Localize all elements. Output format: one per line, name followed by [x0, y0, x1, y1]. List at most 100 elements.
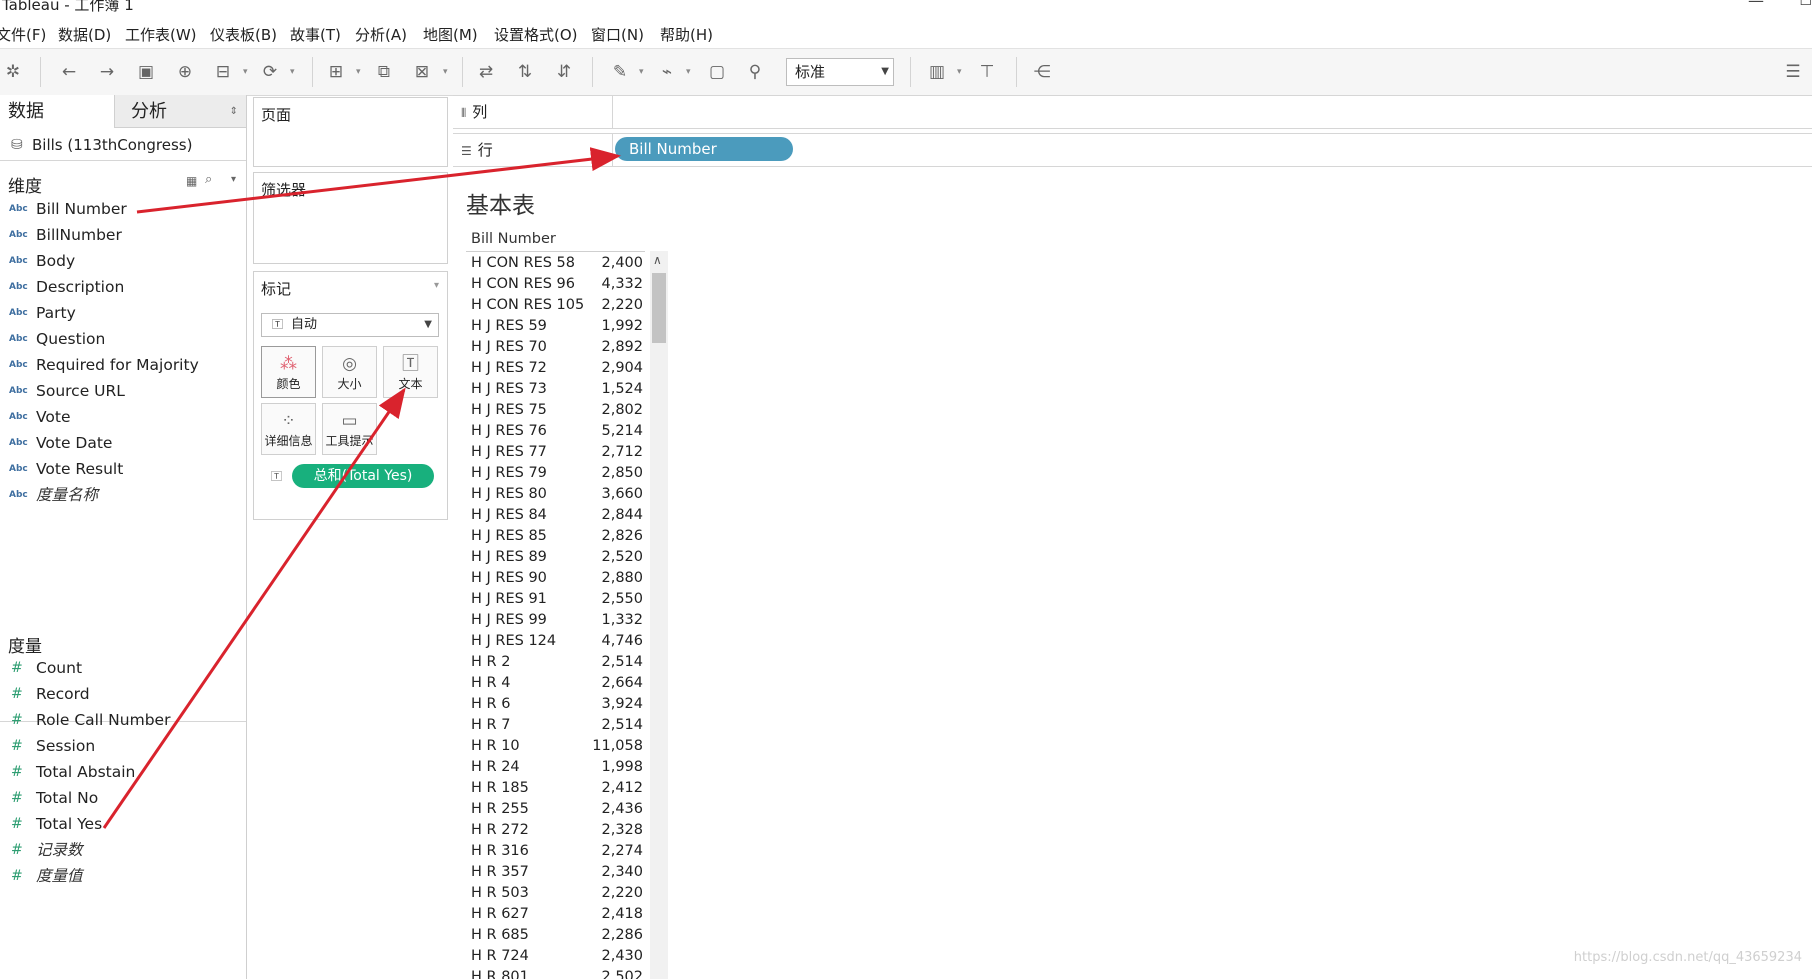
table-row[interactable]: H R 503 2,220	[466, 883, 645, 904]
clear-dropdown-icon[interactable]: ▾	[443, 61, 451, 83]
show-cards-dropdown-icon[interactable]: ▾	[957, 61, 965, 83]
table-row[interactable]: H J RES 99 1,332	[466, 610, 645, 631]
table-row[interactable]: H J RES 79 2,850	[466, 463, 645, 484]
table-row[interactable]: H CON RES 96 4,332	[466, 274, 645, 295]
highlight-dropdown-icon[interactable]: ▾	[639, 61, 647, 83]
mark-type-select[interactable]: 🅃 自动 ▼	[261, 313, 439, 337]
table-row[interactable]: H R 627 2,418	[466, 904, 645, 925]
search-icon[interactable]: ⌕	[205, 172, 212, 187]
table-row[interactable]: H J RES 84 2,844	[466, 505, 645, 526]
table-row[interactable]: H J RES 76 5,214	[466, 421, 645, 442]
table-row[interactable]: H J RES 89 2,520	[466, 547, 645, 568]
presentation-mode-icon[interactable]: ⊤	[976, 61, 998, 83]
highlight-icon[interactable]: ✎	[609, 61, 631, 83]
group-dropdown-icon[interactable]: ▾	[686, 61, 694, 83]
duplicate-sheet-icon[interactable]: ⧉	[373, 61, 395, 83]
menu-story[interactable]: 故事(T)	[290, 24, 341, 45]
table-row[interactable]: H J RES 90 2,880	[466, 568, 645, 589]
text-button[interactable]: 🅃 文本	[383, 346, 438, 398]
save-icon[interactable]: ▣	[135, 61, 157, 83]
table-row[interactable]: H R 685 2,286	[466, 925, 645, 946]
scroll-up-icon[interactable]: ∧	[653, 253, 662, 267]
column-header[interactable]: Bill Number	[471, 231, 556, 247]
table-row[interactable]: H R 6 3,924	[466, 694, 645, 715]
table-row[interactable]: H J RES 124 4,746	[466, 631, 645, 652]
table-row[interactable]: H R 7 2,514	[466, 715, 645, 736]
swap-rows-columns-icon[interactable]: ⇄	[475, 61, 497, 83]
table-row[interactable]: H R 2 2,514	[466, 652, 645, 673]
new-worksheet-dropdown-icon[interactable]: ▾	[356, 61, 364, 83]
view-toggle-icon[interactable]: ▦	[186, 174, 197, 188]
text-encoding-icon: 🅃	[271, 470, 282, 483]
marks-pill-sum-total-yes[interactable]: 总和(Total Yes)	[292, 464, 434, 488]
undo-icon[interactable]: ←	[58, 61, 80, 83]
dimensions-menu-icon[interactable]: ▾	[231, 174, 236, 185]
menu-format[interactable]: 设置格式(O)	[494, 24, 578, 45]
table-row[interactable]: H CON RES 58 2,400	[466, 253, 645, 274]
refresh-icon[interactable]: ⟳	[259, 61, 281, 83]
view-scrollbar[interactable]: ∧	[650, 251, 668, 979]
tableau-logo-icon[interactable]: ✲	[2, 61, 24, 83]
sort-descending-icon[interactable]: ⇵	[553, 61, 575, 83]
filters-card[interactable]: 筛选器	[253, 172, 448, 264]
fit-select[interactable]: 标准 ▼	[786, 58, 894, 86]
show-cards-icon[interactable]: ▥	[926, 61, 948, 83]
pages-card[interactable]: 页面	[253, 97, 448, 167]
table-row[interactable]: H J RES 80 3,660	[466, 484, 645, 505]
menu-data[interactable]: 数据(D)	[58, 24, 111, 45]
menu-window[interactable]: 窗口(N)	[591, 24, 644, 45]
maximize-icon[interactable]: ☐	[1799, 0, 1812, 8]
table-row[interactable]: H R 724 2,430	[466, 946, 645, 967]
table-row[interactable]: H R 185 2,412	[466, 778, 645, 799]
table-row[interactable]: H J RES 70 2,892	[466, 337, 645, 358]
new-datasource-icon[interactable]: ⊕	[174, 61, 196, 83]
menu-analysis[interactable]: 分析(A)	[355, 24, 407, 45]
new-worksheet-icon[interactable]: ⊞	[325, 61, 347, 83]
menu-map[interactable]: 地图(M)	[423, 24, 478, 45]
share-icon[interactable]: ⋲	[1031, 61, 1053, 83]
menu-worksheet[interactable]: 工作表(W)	[125, 24, 197, 45]
fix-axes-icon[interactable]: ⚲	[744, 61, 766, 83]
datasource-item[interactable]: ⛁ Bills (113thCongress)	[0, 130, 246, 161]
table-row[interactable]: H J RES 75 2,802	[466, 400, 645, 421]
menu-dashboard[interactable]: 仪表板(B)	[210, 24, 277, 45]
refresh-dropdown-icon[interactable]: ▾	[290, 61, 298, 83]
group-icon[interactable]: ⌁	[656, 61, 678, 83]
table-row[interactable]: H J RES 77 2,712	[466, 442, 645, 463]
clear-sheet-icon[interactable]: ⊠	[411, 61, 433, 83]
table-row[interactable]: H J RES 73 1,524	[466, 379, 645, 400]
table-row[interactable]: H CON RES 105 2,220	[466, 295, 645, 316]
menu-help[interactable]: 帮助(H)	[660, 24, 713, 45]
show-me-icon[interactable]: ☰	[1782, 61, 1804, 83]
table-row[interactable]: H R 24 1,998	[466, 757, 645, 778]
tab-data[interactable]: 数据	[0, 95, 114, 128]
table-row[interactable]: H J RES 85 2,826	[466, 526, 645, 547]
scroll-thumb[interactable]	[652, 273, 666, 343]
color-button[interactable]: ⁂ 颜色	[261, 346, 316, 398]
redo-icon[interactable]: →	[96, 61, 118, 83]
pause-dropdown-icon[interactable]: ▾	[243, 61, 251, 83]
rows-pill-bill-number[interactable]: Bill Number	[615, 137, 793, 161]
menu-file[interactable]: 文件(F)	[0, 24, 46, 45]
minimize-icon[interactable]: —	[1748, 0, 1764, 9]
size-button[interactable]: ◎ 大小	[322, 346, 377, 398]
table-row[interactable]: H J RES 59 1,992	[466, 316, 645, 337]
table-row[interactable]: H R 316 2,274	[466, 841, 645, 862]
table-row[interactable]: H R 801 2,502	[466, 967, 645, 979]
table-row[interactable]: H R 10 11,058	[466, 736, 645, 757]
table-row[interactable]: H R 272 2,328	[466, 820, 645, 841]
tab-analysis[interactable]: 分析 ⇕	[114, 95, 246, 128]
detail-button[interactable]: ⁘ 详细信息	[261, 403, 316, 455]
table-row[interactable]: H R 357 2,340	[466, 862, 645, 883]
table-row[interactable]: H R 255 2,436	[466, 799, 645, 820]
bill-number-cell: H J RES 59	[471, 318, 547, 334]
show-labels-icon[interactable]: ▢	[706, 61, 728, 83]
marks-menu-icon[interactable]: ▾	[434, 280, 439, 291]
table-row[interactable]: H J RES 72 2,904	[466, 358, 645, 379]
table-row[interactable]: H R 4 2,664	[466, 673, 645, 694]
tooltip-button[interactable]: ▭ 工具提示	[322, 403, 377, 455]
table-row[interactable]: H J RES 91 2,550	[466, 589, 645, 610]
pause-updates-icon[interactable]: ⊟	[212, 61, 234, 83]
sort-ascending-icon[interactable]: ⇅	[514, 61, 536, 83]
columns-shelf[interactable]: ⦀ 列	[453, 95, 1812, 129]
